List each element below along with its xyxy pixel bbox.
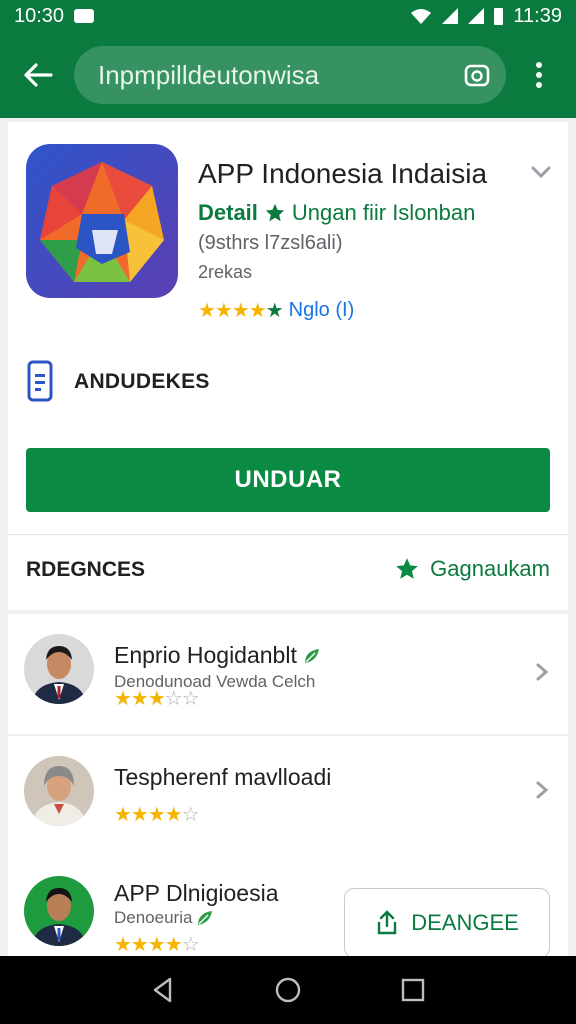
- status-time-right: 11:39: [513, 4, 562, 27]
- system-navigation-bar: [0, 956, 576, 1024]
- nav-recents-icon[interactable]: [393, 970, 433, 1010]
- app-bar: Inpmpilldeutonwisa: [0, 32, 576, 118]
- row-title-text: APP Dlnigioesia: [114, 880, 279, 906]
- avatar: [24, 756, 94, 826]
- update-button-label: DEANGEE: [411, 910, 519, 935]
- row-title-text: Enprio Hogidanblt: [114, 642, 297, 668]
- star-icon: [396, 558, 418, 579]
- rating-stars: ★★★★★: [198, 300, 284, 322]
- chevron-down-icon[interactable]: [528, 162, 554, 182]
- developer-line[interactable]: Detail Ungan fiir Islonban: [198, 200, 475, 226]
- signal-icon: [442, 8, 459, 24]
- app-meta-info: (9sthrs l7zsl6ali): [198, 232, 343, 254]
- row-title-text: Tespherenf mavlloadi: [114, 764, 332, 790]
- developer-subtitle: Ungan fiir Islonban: [291, 200, 476, 225]
- share-icon: [378, 910, 397, 935]
- chevron-right-icon[interactable]: [534, 660, 550, 684]
- row-title: Enprio Hogidanblt: [114, 642, 321, 669]
- wifi-icon: [411, 9, 432, 24]
- row-subtitle-text: Denoeuria: [114, 908, 193, 927]
- divider: [8, 534, 568, 535]
- nav-home-icon[interactable]: [268, 970, 308, 1010]
- search-query: Inpmpilldeutonwisa: [98, 59, 320, 90]
- notification-icon: [74, 9, 95, 23]
- avatar: [24, 876, 94, 946]
- update-button[interactable]: DEANGEE: [344, 888, 550, 958]
- leaf-icon: [304, 648, 319, 663]
- search-input[interactable]: Inpmpilldeutonwisa: [74, 46, 506, 104]
- phone-icon: [27, 360, 53, 402]
- install-button[interactable]: UNDUAR: [26, 448, 550, 512]
- app-title: APP Indonesia Indaisia: [198, 158, 488, 189]
- developer-name: Detail: [198, 200, 258, 225]
- feature-label: ANDUDEKES: [74, 370, 210, 393]
- section-title: RDEGNCES: [26, 558, 146, 581]
- app-detail-card: APP Indonesia Indaisia Detail Ungan fiir…: [8, 122, 568, 610]
- leaf-icon: [198, 911, 213, 925]
- app-meta-size: 2rekas: [198, 262, 253, 282]
- app-logo-icon[interactable]: [26, 144, 178, 298]
- section-action-label: Gagnaukam: [430, 556, 550, 581]
- status-time-left: 10:30: [14, 4, 65, 27]
- row-title: APP Dlnigioesia: [114, 880, 279, 907]
- status-bar: 10:30 11:39: [0, 0, 576, 32]
- row-rating-stars: ★★★☆☆: [114, 688, 200, 710]
- nav-back-icon[interactable]: [143, 970, 183, 1010]
- rating-text[interactable]: Nglo (I): [289, 299, 355, 322]
- section-action-link[interactable]: Gagnaukam: [394, 556, 550, 582]
- camera-icon[interactable]: [462, 60, 492, 90]
- row-rating-stars: ★★★★☆: [114, 934, 200, 956]
- star-badge-icon: [265, 203, 285, 222]
- list-item[interactable]: APP Dlnigioesia Denoeuria ★★★★☆ DEANGEE: [8, 856, 568, 966]
- app-rating: ★★★★★ Nglo (I): [198, 298, 354, 323]
- battery-icon: [494, 7, 504, 25]
- list-item[interactable]: Tespherenf mavlloadi ★★★★☆: [8, 736, 568, 856]
- list-item[interactable]: Enprio Hogidanblt Denodunoad Vewda Celch…: [8, 614, 568, 734]
- avatar: [24, 634, 94, 704]
- signal-icon-2: [468, 8, 485, 24]
- row-rating-stars: ★★★★☆: [114, 804, 200, 826]
- chevron-right-icon[interactable]: [534, 778, 550, 802]
- more-options-icon[interactable]: [524, 55, 554, 95]
- back-arrow-icon[interactable]: [12, 49, 64, 101]
- row-title: Tespherenf mavlloadi: [114, 764, 331, 791]
- row-subtitle: Denoeuria: [114, 908, 214, 928]
